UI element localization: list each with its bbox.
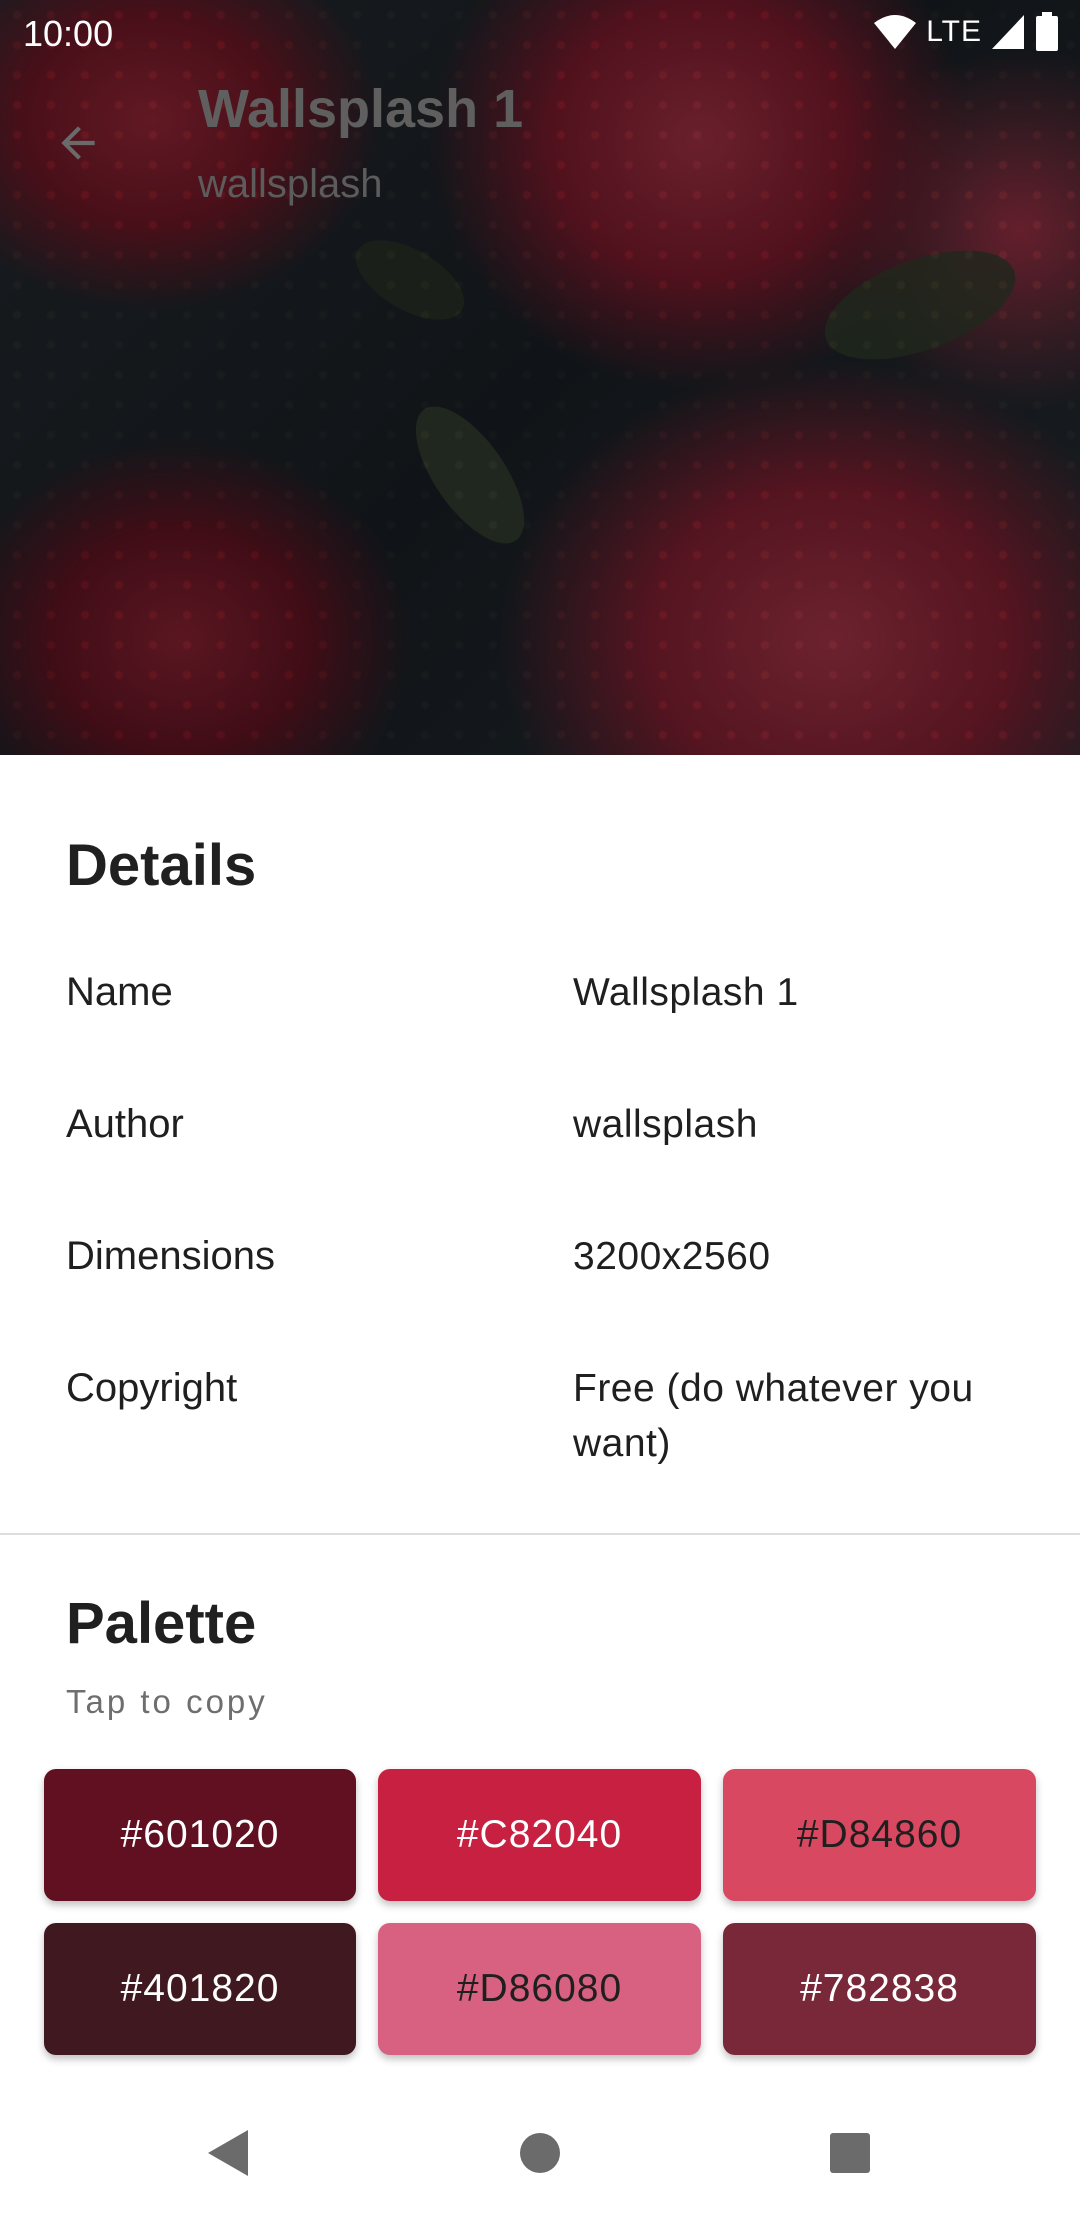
cell-signal-icon: [992, 15, 1024, 49]
palette-heading: Palette: [66, 1591, 257, 1656]
details-heading: Details: [66, 833, 257, 898]
detail-label: Copyright: [66, 1366, 238, 1410]
color-swatch[interactable]: #C82040: [378, 1769, 701, 1901]
detail-label: Name: [66, 970, 173, 1014]
network-type-label: LTE: [926, 15, 982, 48]
status-icons: LTE: [872, 12, 1060, 52]
wallpaper-title: Wallsplash 1: [198, 79, 524, 139]
battery-icon: [1036, 12, 1058, 51]
detail-value: Free (do whatever you want): [573, 1367, 974, 1465]
nav-back-button[interactable]: [182, 2108, 272, 2198]
back-triangle-icon: [208, 2130, 248, 2176]
back-button[interactable]: [40, 105, 116, 181]
palette-hint: Tap to copy: [66, 1683, 268, 1720]
recents-square-icon: [830, 2133, 870, 2173]
wifi-icon: [874, 15, 917, 49]
color-swatch[interactable]: #401820: [44, 1923, 356, 2055]
section-divider: [0, 1533, 1080, 1535]
home-circle-icon: [520, 2133, 560, 2173]
hero-scrim: [0, 0, 1080, 755]
detail-value: Wallsplash 1: [573, 971, 799, 1014]
system-nav-bar: [0, 2088, 1080, 2220]
color-swatch[interactable]: #D84860: [723, 1769, 1036, 1901]
color-swatch[interactable]: #601020: [44, 1769, 356, 1901]
color-swatch[interactable]: #D86080: [378, 1923, 701, 2055]
hero-image: [0, 0, 1080, 755]
detail-label: Dimensions: [66, 1234, 275, 1278]
color-swatch[interactable]: #782838: [723, 1923, 1036, 2055]
status-time: 10:00: [23, 13, 114, 54]
nav-recents-button[interactable]: [805, 2108, 895, 2198]
wallpaper-author: wallsplash: [198, 162, 383, 206]
detail-label: Author: [66, 1102, 184, 1146]
arrow-back-icon: [61, 126, 95, 160]
detail-value: 3200x2560: [573, 1235, 771, 1278]
status-bar: 10:00 LTE: [0, 0, 1080, 66]
detail-value: wallsplash: [573, 1103, 758, 1146]
nav-home-button[interactable]: [495, 2108, 585, 2198]
